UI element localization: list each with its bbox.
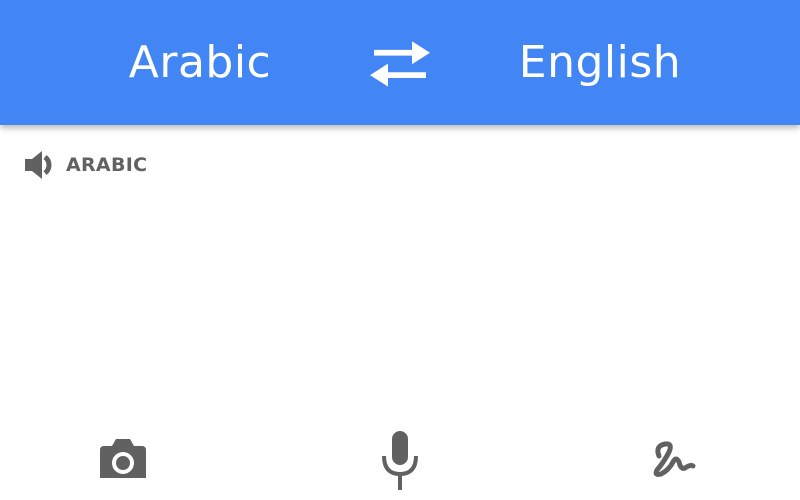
source-language-button[interactable]: Arabic [100,0,300,125]
camera-icon [100,439,146,478]
source-language-tag: ARABIC [66,154,148,176]
handwriting-button[interactable] [635,428,715,500]
target-language-label: English [518,37,682,88]
target-language-button[interactable]: English [495,0,705,125]
source-language-indicator: ARABIC [22,147,147,183]
speaker-icon [25,151,52,179]
microphone-icon [382,431,418,490]
input-tools-bar [0,420,800,500]
voice-input-button[interactable] [360,428,440,500]
swap-arrows-icon [370,41,430,87]
translate-app: Arabic English ARABIC [0,0,800,500]
text-input-area[interactable] [0,190,800,420]
listen-button[interactable] [22,147,62,183]
swap-languages-button[interactable] [366,36,434,90]
source-language-label: Arabic [128,37,272,88]
handwriting-icon [653,441,696,477]
language-bar: Arabic English [0,0,800,125]
camera-button[interactable] [83,428,163,500]
